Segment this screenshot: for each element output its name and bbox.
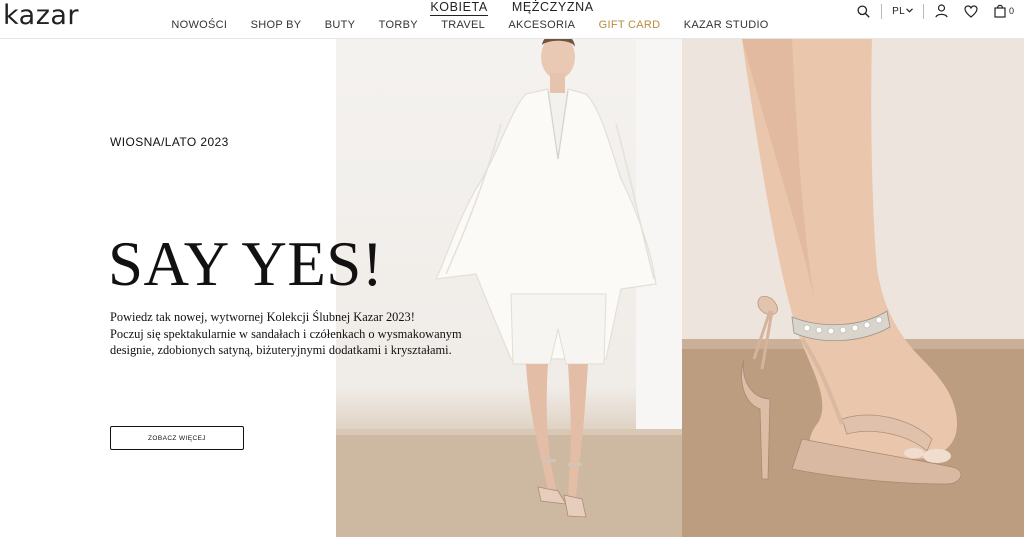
hero-description-line: Poczuj się spektakularnie w sandałach i … bbox=[110, 326, 462, 341]
see-more-button[interactable]: ZOBACZ WIĘCEJ bbox=[110, 426, 244, 450]
hero-description: Powiedz tak nowej, wytwornej Kolekcji Śl… bbox=[110, 309, 530, 359]
nav-item-shop-by[interactable]: SHOP BY bbox=[251, 19, 302, 31]
chevron-down-icon bbox=[906, 7, 913, 13]
nav-item-kazar-studio[interactable]: KAZAR STUDIO bbox=[684, 19, 769, 31]
gender-tab-mezczyzna[interactable]: MĘŻCZYZNA bbox=[512, 0, 594, 14]
nav-item-torby[interactable]: TORBY bbox=[379, 19, 418, 31]
nav-item-akcesoria[interactable]: AKCESORIA bbox=[508, 19, 575, 31]
season-label: WIOSNA/LATO 2023 bbox=[110, 135, 229, 149]
language-label: PL bbox=[892, 5, 905, 17]
divider bbox=[922, 3, 924, 19]
language-selector[interactable]: PL bbox=[892, 6, 913, 17]
hero-image-sandal[interactable] bbox=[682, 39, 1024, 537]
main-nav: NOWOŚCI SHOP BY BUTY TORBY TRAVEL AKCESO… bbox=[0, 19, 940, 31]
user-icon[interactable] bbox=[934, 3, 950, 19]
divider bbox=[881, 3, 883, 19]
header-tools: PL 0 bbox=[855, 2, 1014, 20]
hero-banner[interactable]: WIOSNA/LATO 2023 SAY YES! Powiedz tak no… bbox=[0, 39, 1024, 537]
nav-item-gift-card[interactable]: GIFT CARD bbox=[599, 19, 661, 31]
site-header: kazar KOBIETA MĘŻCZYZNA NOWOŚCI SHOP BY … bbox=[0, 0, 1024, 39]
hero-description-line: Powiedz tak nowej, wytwornej Kolekcji Śl… bbox=[110, 310, 415, 324]
hero-image-model[interactable] bbox=[336, 39, 682, 537]
search-icon[interactable] bbox=[855, 3, 871, 19]
bag-icon[interactable] bbox=[992, 3, 1008, 19]
nav-item-travel[interactable]: TRAVEL bbox=[441, 19, 485, 31]
nav-item-nowosci[interactable]: NOWOŚCI bbox=[171, 19, 227, 31]
heart-icon[interactable] bbox=[963, 3, 979, 19]
hero-description-line: designie, zdobionych satyną, biżuteryjny… bbox=[110, 343, 452, 357]
hero-headline: SAY YES! bbox=[108, 229, 384, 299]
nav-item-buty[interactable]: BUTY bbox=[325, 19, 356, 31]
cart-count: 0 bbox=[1008, 6, 1014, 16]
gender-tab-kobieta[interactable]: KOBIETA bbox=[430, 0, 488, 16]
